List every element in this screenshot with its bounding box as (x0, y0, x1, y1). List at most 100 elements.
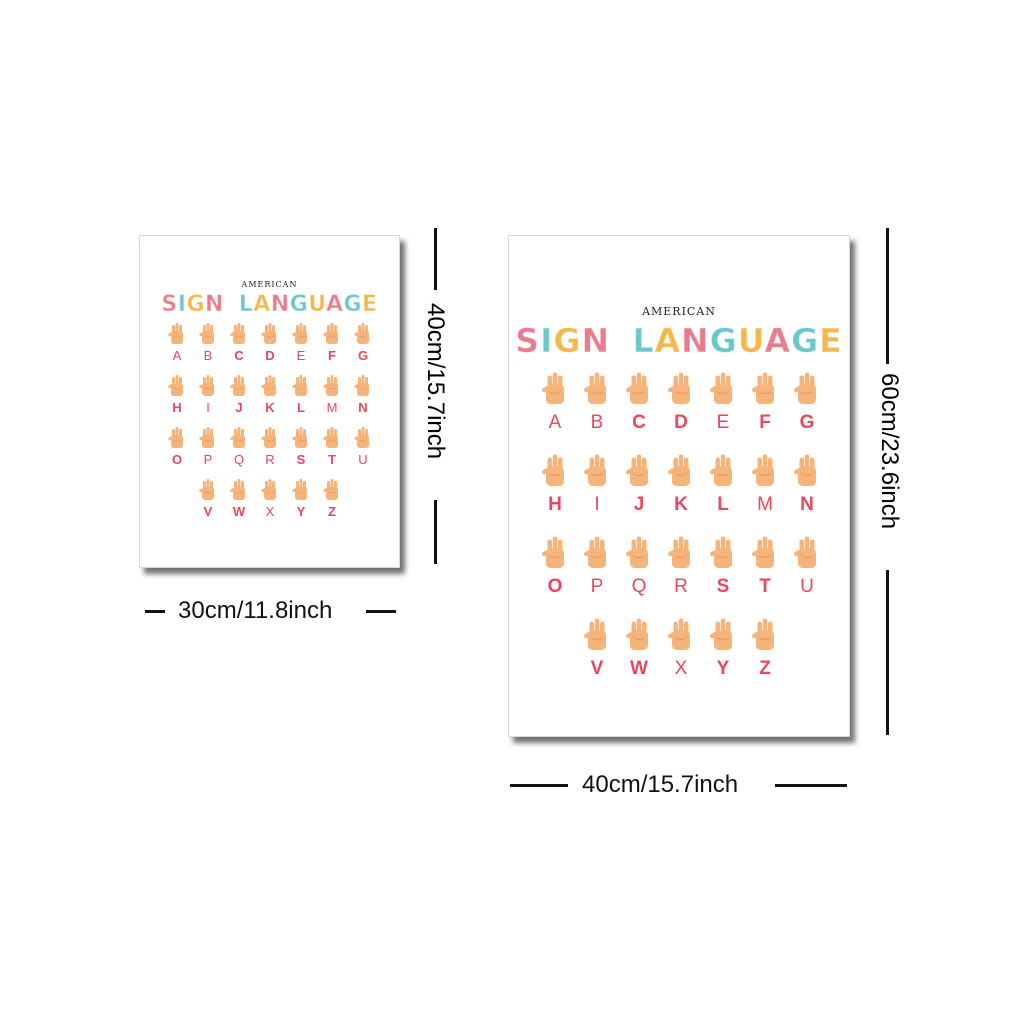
sign-letter: U (800, 576, 814, 597)
sign-letter: U (358, 452, 368, 467)
hand-sign-icon (709, 454, 732, 486)
sign-cell-k: K (661, 453, 701, 514)
hand-sign-icon (583, 536, 606, 568)
sign-cell-g: G (348, 322, 378, 362)
sign-cell-b: B (193, 322, 223, 362)
poster-title: SIGN LANGUAGE (509, 321, 849, 361)
sign-letter: W (630, 658, 648, 679)
sign-letter: B (590, 412, 604, 433)
sign-cell-a: A (162, 322, 192, 362)
sign-letter: Y (716, 658, 730, 679)
sign-cell-t: T (317, 426, 347, 466)
sign-letter: C (632, 412, 646, 433)
sign-cell-w: W (224, 478, 254, 518)
sign-cell-p: P (193, 426, 223, 466)
hand-sign-icon (323, 427, 338, 448)
sign-letter: E (296, 348, 306, 363)
sign-letter: J (633, 494, 645, 515)
sign-letter: X (265, 504, 275, 519)
sign-cell-w: W (619, 617, 659, 678)
hand-sign-icon (667, 454, 690, 486)
hand-sign-icon (583, 618, 606, 650)
sign-cell-y: Y (703, 617, 743, 678)
sign-cell-e: E (286, 322, 316, 362)
hand-sign-icon (199, 479, 214, 500)
title-word-language: LANGUAGE (238, 292, 378, 318)
sign-cell-m: M (745, 453, 785, 514)
sign-letter: T (759, 576, 771, 597)
sign-letter: H (548, 494, 562, 515)
hand-sign-icon (168, 375, 183, 396)
hand-sign-icon (230, 375, 245, 396)
sign-letter: T (328, 452, 336, 467)
sign-cell-a: A (535, 371, 575, 432)
sign-cell-l: L (703, 453, 743, 514)
poster-small: AMERICAN SIGN LANGUAGE A B C D E F G H I J K L M N O P Q… (139, 235, 400, 568)
hand-sign-icon (261, 427, 276, 448)
hand-sign-icon (354, 323, 369, 344)
sign-cell-u: U (787, 535, 827, 596)
sign-letter: L (297, 400, 305, 415)
sign-cell-e: E (703, 371, 743, 432)
hand-sign-icon (323, 323, 338, 344)
sign-cell-l: L (286, 374, 316, 414)
hand-sign-icon (751, 536, 774, 568)
hand-sign-icon (583, 372, 606, 404)
hand-sign-icon (199, 375, 214, 396)
hand-sign-icon (199, 323, 214, 344)
hand-sign-icon (354, 427, 369, 448)
hand-sign-icon (323, 479, 338, 500)
hand-sign-icon (709, 372, 732, 404)
hand-sign-icon (230, 479, 245, 500)
hand-sign-icon (625, 618, 648, 650)
sign-cell-n: N (787, 453, 827, 514)
sign-letter: O (547, 576, 563, 597)
sign-letter: F (328, 348, 336, 363)
sign-letter: K (674, 494, 688, 515)
sign-cell-o: O (162, 426, 192, 466)
sign-cell-v: V (577, 617, 617, 678)
hand-sign-icon (230, 427, 245, 448)
title-word-language: LANGUAGE (632, 321, 843, 361)
small-height-label: 40cm/15.7inch (422, 303, 449, 460)
sign-letter: Y (296, 504, 306, 519)
sign-cell-q: Q (224, 426, 254, 466)
hand-sign-icon (261, 323, 276, 344)
sign-letter: Q (631, 576, 647, 597)
hand-sign-icon (292, 479, 307, 500)
sign-letter: F (759, 412, 771, 433)
sign-letter: D (674, 412, 688, 433)
small-width-label: 30cm/11.8inch (178, 597, 333, 624)
sign-letter: I (206, 400, 210, 415)
sign-cell-c: C (619, 371, 659, 432)
sign-cell-d: D (661, 371, 701, 432)
sign-cell-q: Q (619, 535, 659, 596)
hand-sign-icon (292, 427, 307, 448)
dimension-rule (434, 228, 437, 290)
poster-subtitle: AMERICAN (241, 280, 298, 289)
hand-sign-icon (168, 427, 183, 448)
sign-letter: B (203, 348, 213, 363)
title-word-sign: SIGN (161, 292, 224, 318)
hand-sign-icon (667, 536, 690, 568)
sign-letter: R (674, 576, 688, 597)
sign-cell-j: J (224, 374, 254, 414)
large-width-label: 40cm/15.7inch (582, 771, 739, 798)
dimension-rule (434, 500, 437, 564)
sign-cell-r: R (255, 426, 285, 466)
dimension-rule (886, 228, 889, 364)
sign-letter: I (594, 494, 600, 515)
sign-cell-f: F (317, 322, 347, 362)
hand-sign-icon (354, 375, 369, 396)
sign-letter: L (717, 494, 729, 515)
hand-sign-icon (168, 323, 183, 344)
hand-sign-icon (625, 536, 648, 568)
hand-sign-icon (793, 372, 816, 404)
sign-cell-v: V (193, 478, 223, 518)
sign-letter: N (358, 400, 368, 415)
sign-cell-c: C (224, 322, 254, 362)
sign-letter: Q (233, 452, 245, 467)
sign-letter: Z (328, 504, 336, 519)
sign-letter: C (234, 348, 244, 363)
sign-letter: J (235, 400, 243, 415)
